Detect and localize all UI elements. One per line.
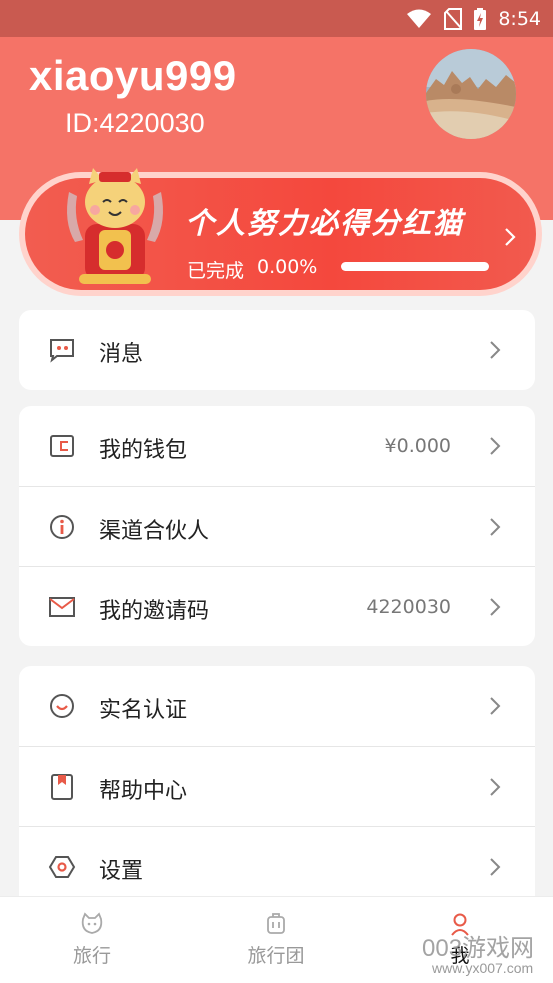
account-card: 我的钱包 ¥0.000 渠道合伙人 我的邀请码 4220030	[19, 406, 535, 646]
message-icon	[50, 339, 74, 363]
tab-label: 旅行团	[247, 945, 305, 967]
menu-item-label: 消息	[99, 342, 144, 367]
menu-item-label: 帮助中心	[99, 779, 188, 804]
progress-label: 已完成	[187, 260, 245, 282]
watermark-url: www.yx007.com	[432, 960, 534, 976]
chevron-right-icon	[490, 437, 501, 455]
no-sim-icon	[444, 7, 463, 30]
tab-travel-group[interactable]: 旅行团	[226, 897, 326, 983]
chevron-right-icon	[490, 341, 501, 359]
username: xiaoyu999	[29, 52, 237, 99]
wifi-icon	[407, 9, 432, 28]
status-time: 8:54	[498, 7, 541, 30]
envelope-icon	[49, 597, 75, 617]
settings-hexagon-icon	[48, 856, 76, 878]
chevron-right-icon	[505, 228, 516, 246]
menu-item-messages[interactable]: 消息	[19, 310, 535, 390]
avatar-image	[426, 49, 516, 139]
banner-title: 个人努力必得分红猫	[185, 206, 465, 240]
messages-card: 消息	[19, 310, 535, 390]
menu-item-settings[interactable]: 设置	[19, 826, 535, 898]
progress-bar	[341, 262, 489, 271]
chevron-right-icon	[490, 518, 501, 536]
chevron-right-icon	[490, 778, 501, 796]
watermark-text: 003游戏网	[422, 935, 535, 962]
invite-code-value: 4220030	[366, 596, 451, 618]
menu-item-wallet[interactable]: 我的钱包 ¥0.000	[19, 406, 535, 486]
tab-travel[interactable]: 旅行	[42, 897, 142, 983]
user-id: ID:4220030	[65, 108, 205, 138]
luggage-icon	[267, 913, 285, 934]
book-icon	[51, 774, 73, 800]
menu-item-partner[interactable]: 渠道合伙人	[19, 486, 535, 566]
cat-face-icon	[81, 912, 103, 934]
fortune-cat-illustration	[67, 168, 163, 284]
chevron-right-icon	[490, 858, 501, 876]
chevron-right-icon	[490, 598, 501, 616]
battery-charging-icon	[474, 7, 487, 30]
menu-item-label: 渠道合伙人	[99, 519, 210, 544]
progress-value: 0.00%	[257, 256, 318, 278]
status-bar: 8:54	[0, 0, 553, 37]
info-icon	[50, 515, 74, 539]
wallet-icon	[50, 435, 74, 457]
menu-item-verify[interactable]: 实名认证	[19, 666, 535, 746]
menu-item-label: 设置	[99, 859, 144, 884]
dividend-cat-banner[interactable]: 个人努力必得分红猫 已完成 0.00%	[19, 168, 542, 296]
avatar[interactable]	[426, 49, 516, 139]
menu-item-label: 实名认证	[99, 698, 188, 723]
settings-card: 实名认证 帮助中心 设置	[19, 666, 535, 898]
menu-item-help[interactable]: 帮助中心	[19, 746, 535, 826]
tab-label: 旅行	[72, 945, 111, 967]
menu-item-invite-code[interactable]: 我的邀请码 4220030	[19, 566, 535, 646]
menu-item-label: 我的钱包	[99, 438, 188, 463]
wallet-balance: ¥0.000	[384, 435, 451, 457]
smile-icon	[50, 694, 74, 718]
menu-item-label: 我的邀请码	[99, 599, 210, 624]
chevron-right-icon	[490, 697, 501, 715]
